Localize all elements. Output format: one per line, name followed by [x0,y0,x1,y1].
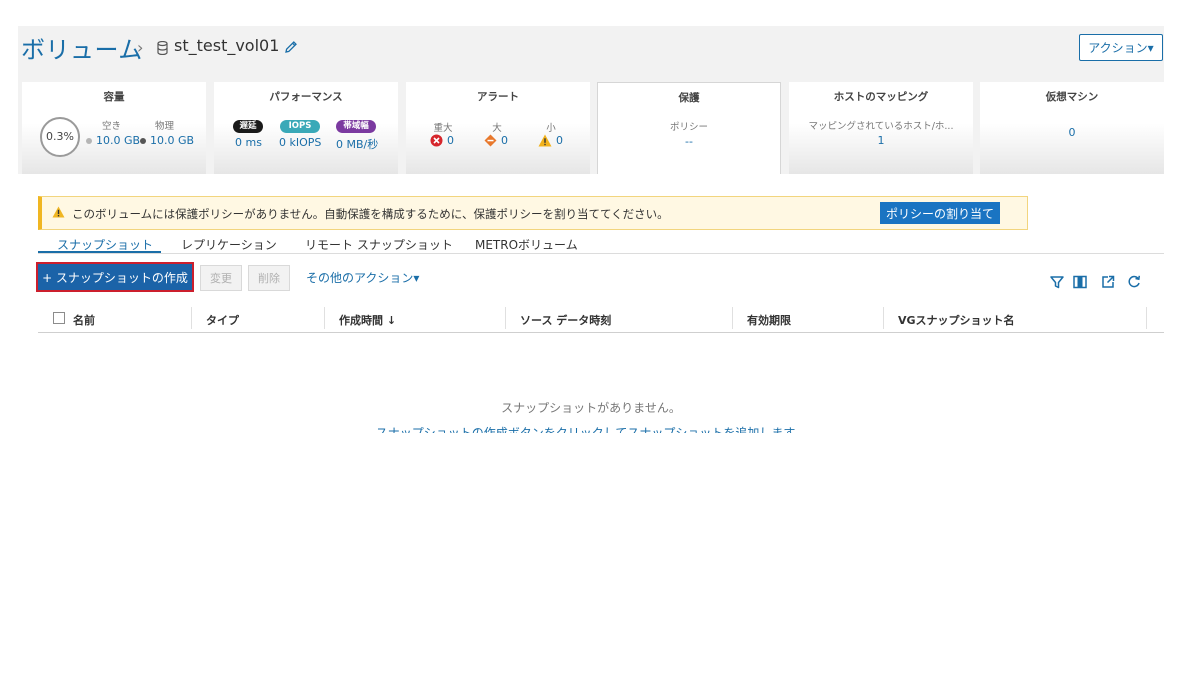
minor-label: 小 [546,123,556,134]
major-alert-group: 0 [484,134,508,147]
column-header-type[interactable]: タイプ [206,312,239,328]
protection-card[interactable]: 保護 ポリシー -- [597,82,781,174]
performance-card-title: パフォーマンス [269,91,343,103]
latency-badge: 遅延 [233,120,263,133]
bandwidth-value: 0 MB/秒 [336,138,379,151]
minor-warning-icon [538,134,552,147]
page-title: st_test_vol01 [174,36,280,55]
major-label: 大 [492,123,502,134]
create-snapshot-button[interactable]: + スナップショットの作成 [36,262,194,292]
capacity-usage-ring: 0.3% [40,117,80,157]
capacity-card-title: 容量 [103,91,125,103]
filter-icon[interactable] [1049,274,1065,290]
alerts-card-title: アラート [477,91,519,103]
free-dot-icon [86,138,92,144]
performance-card[interactable]: パフォーマンス 遅延 IOPS 帯域幅 0 ms 0 kIOPS 0 MB/秒 [214,82,398,174]
more-actions-dropdown[interactable]: その他のアクション▾ [306,269,419,286]
virtual-machines-card[interactable]: 仮想マシン 0 [980,82,1164,174]
vm-count-value: 0 [1068,126,1076,139]
vm-card-title: 仮想マシン [1045,91,1099,103]
delete-button[interactable]: 削除 [248,265,290,291]
column-header-creation-time[interactable]: 作成時間 ↓ [339,312,396,328]
empty-state-hint: スナップショットの作成ボタンをクリックしてスナップショットを追加します。 [375,426,807,433]
warning-message: このボリュームには保護ポリシーがありません。自動保護を構成するために、保護ポリシ… [72,207,669,221]
capacity-card[interactable]: 容量 0.3% 空き 物理 10.0 GB 10.0 GB [22,82,206,174]
refresh-icon[interactable] [1126,274,1142,290]
column-divider[interactable] [324,307,325,329]
column-divider[interactable] [1146,307,1147,329]
host-mapping-card[interactable]: ホストのマッピング マッピングされているホスト/ホ... 1 [789,82,973,174]
iops-badge: IOPS [280,120,320,133]
snapshot-table-header: 名前 タイプ 作成時間 ↓ ソース データ時刻 有効期限 VGスナップショット名 [38,305,1164,333]
major-diamond-icon [484,134,497,147]
free-value: 10.0 GB [96,134,141,147]
mapped-hosts-label: マッピングされているホスト/ホ... [808,121,954,132]
column-divider[interactable] [732,307,733,329]
select-all-checkbox[interactable] [53,312,65,324]
policy-value: -- [685,135,693,148]
physical-value: 10.0 GB [150,134,195,147]
free-value-group: 10.0 GB [86,134,140,147]
critical-value: 0 [447,134,454,147]
mapped-hosts-value: 1 [877,134,885,147]
critical-x-icon [430,134,443,147]
minor-alert-group: 0 [538,134,563,147]
columns-icon[interactable] [1072,274,1088,290]
tab-metro-volume[interactable]: METROボリューム [475,236,578,253]
volume-icon [157,41,168,55]
chevron-right-icon: › [137,38,144,57]
volume-detail-page: ボリューム › st_test_vol01 アクション▾ 容量 0.3% 空き … [18,26,1164,433]
major-value: 0 [501,134,508,147]
active-tab-indicator [38,251,161,253]
warning-icon [52,206,65,218]
column-divider[interactable] [191,307,192,329]
actions-dropdown-button[interactable]: アクション▾ [1079,34,1163,61]
tab-replication[interactable]: レプリケーション [181,236,277,253]
host-mapping-card-title: ホストのマッピング [833,91,929,103]
column-header-name[interactable]: 名前 [73,312,95,328]
physical-value-group: 10.0 GB [140,134,194,147]
critical-label: 重大 [433,123,453,134]
column-header-vg-snapshot-name[interactable]: VGスナップショット名 [898,312,1015,328]
empty-state-message: スナップショットがありません。 [501,401,681,415]
physical-dot-icon [140,138,146,144]
bandwidth-badge: 帯域幅 [336,120,376,133]
breadcrumb-volumes-link[interactable]: ボリューム [21,30,143,65]
column-header-expiration[interactable]: 有効期限 [747,312,791,328]
free-label: 空き [102,121,122,132]
column-divider[interactable] [883,307,884,329]
protection-card-title: 保護 [678,92,700,104]
no-policy-warning-banner: このボリュームには保護ポリシーがありません。自動保護を構成するために、保護ポリシ… [38,196,1028,230]
volume-tabs: スナップショット レプリケーション リモート スナップショット METROボリュ… [38,232,1164,254]
physical-label: 物理 [155,121,175,132]
iops-value: 0 kIOPS [279,136,322,149]
tab-remote-snapshots[interactable]: リモート スナップショット [305,236,453,253]
critical-alert-group: 0 [430,134,454,147]
minor-value: 0 [556,134,563,147]
page-header: ボリューム › st_test_vol01 アクション▾ [18,26,1164,82]
column-header-source-data-time[interactable]: ソース データ時刻 [520,312,611,328]
column-divider[interactable] [505,307,506,329]
latency-value: 0 ms [235,136,262,149]
policy-label: ポリシー [669,122,708,133]
pencil-icon[interactable] [284,40,298,54]
export-icon[interactable] [1100,274,1116,290]
modify-button[interactable]: 変更 [200,265,242,291]
assign-policy-button[interactable]: ポリシーの割り当て [880,202,1000,224]
summary-cards: 容量 0.3% 空き 物理 10.0 GB 10.0 GB パフォーマンス 遅延… [18,82,1164,174]
alerts-card[interactable]: アラート 重大 大 小 0 0 0 [406,82,590,174]
